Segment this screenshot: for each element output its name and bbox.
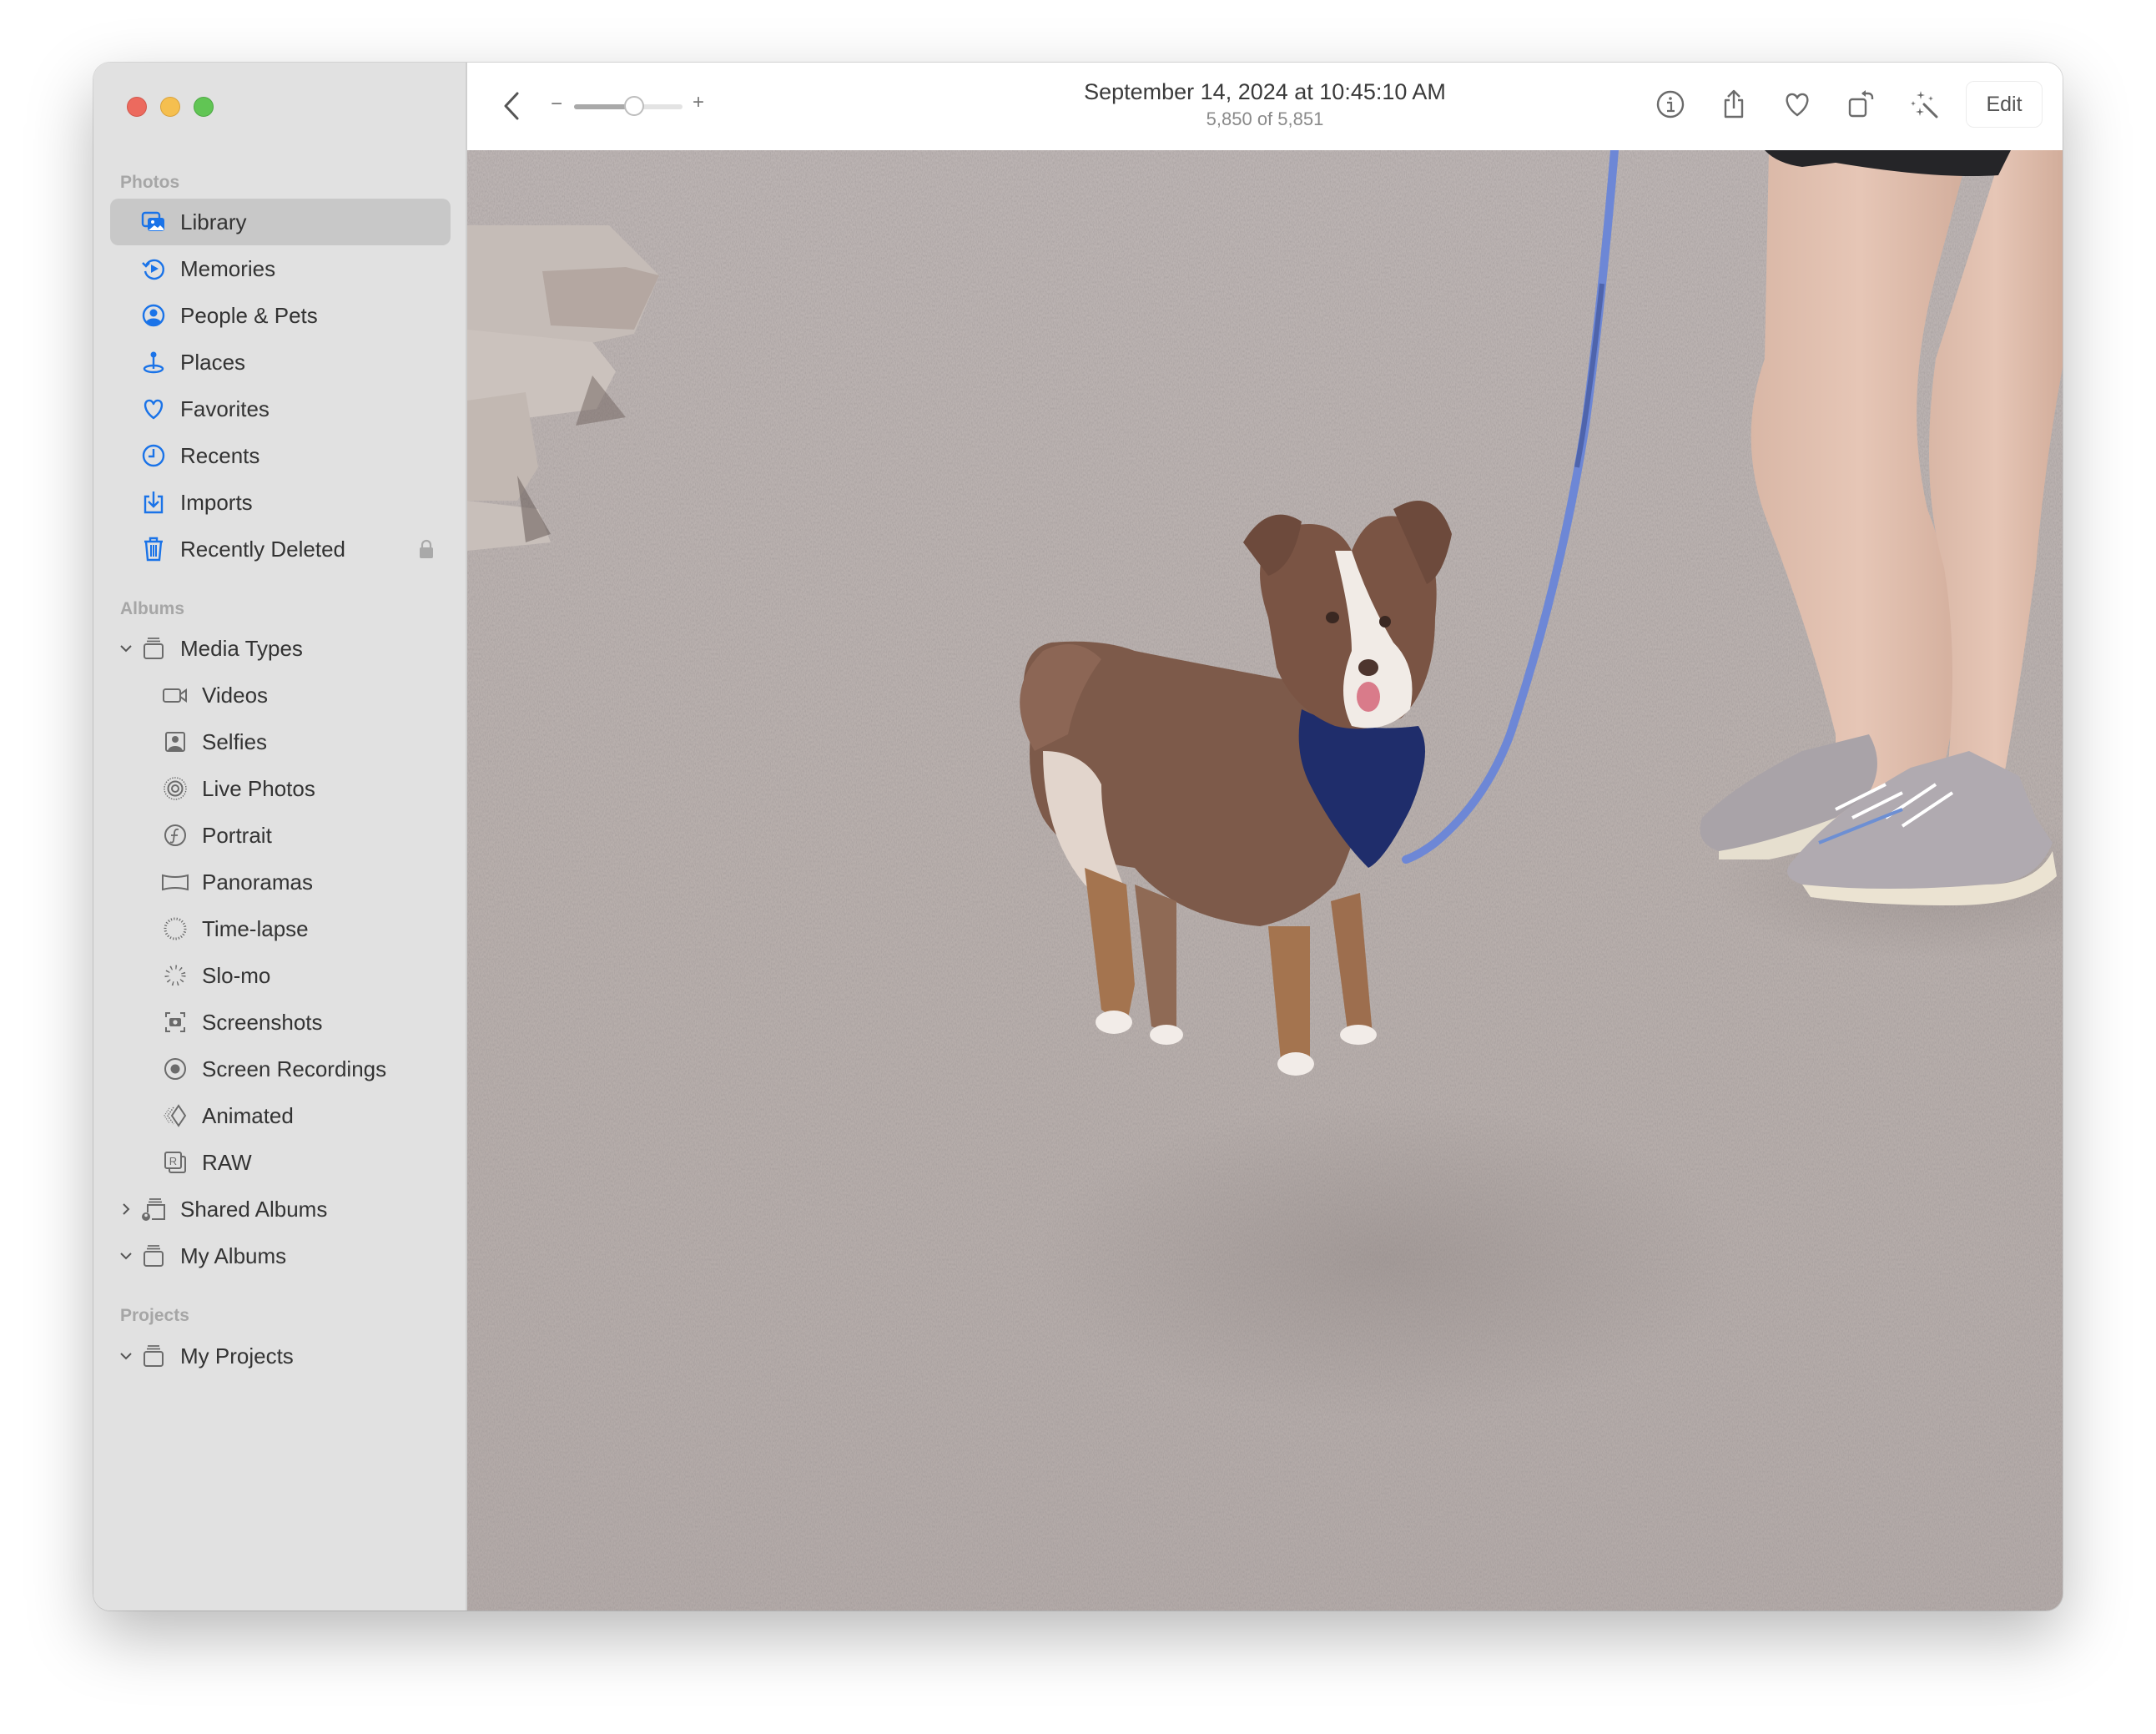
library-icon <box>139 207 169 237</box>
svg-text:R: R <box>169 1155 177 1167</box>
sidebar-item-label: Screen Recordings <box>202 1056 387 1081</box>
memories-icon <box>139 254 169 284</box>
sidebar-group-my-projects[interactable]: My Projects <box>110 1333 451 1379</box>
photo-image <box>467 150 2063 1611</box>
minimize-button[interactable] <box>160 97 180 117</box>
sidebar-item-label: Recently Deleted <box>180 536 345 562</box>
sidebar-item-label: Time-lapse <box>202 915 309 941</box>
sidebar-group-media-types[interactable]: Media Types <box>110 625 451 672</box>
sidebar-item-label: Imports <box>180 489 253 515</box>
sidebar-item-label: Recents <box>180 442 260 468</box>
trash-icon <box>139 534 169 564</box>
timelapse-icon <box>160 914 190 944</box>
info-icon[interactable] <box>1654 88 1687 121</box>
panorama-icon <box>160 867 190 897</box>
heart-icon <box>139 394 169 424</box>
sidebar-item-recents[interactable]: Recents <box>110 432 451 479</box>
sidebar-item-people-pets[interactable]: People & Pets <box>110 292 451 339</box>
sidebar-item-label: Library <box>180 209 247 234</box>
sidebar-item-library[interactable]: Library <box>110 199 451 245</box>
sidebar-item-screenshots[interactable]: Screenshots <box>110 999 451 1046</box>
raw-icon: R <box>160 1147 190 1177</box>
album-stack-icon <box>139 1241 169 1271</box>
toolbar-actions: Edit <box>1654 81 2043 128</box>
slomo-icon <box>160 960 190 990</box>
zoom-out-button[interactable]: − <box>551 93 562 116</box>
live-photo-icon <box>160 774 190 804</box>
window-controls <box>127 97 214 117</box>
sidebar-item-label: Videos <box>202 682 269 708</box>
close-button[interactable] <box>127 97 147 117</box>
share-icon[interactable] <box>1717 88 1750 121</box>
album-stack-icon <box>139 1341 169 1371</box>
album-stack-icon <box>139 633 169 663</box>
sidebar-item-label: Memories <box>180 255 276 281</box>
sidebar: Photos Library Memories People & Pets Pl… <box>93 63 467 1611</box>
chevron-down-icon[interactable] <box>115 1249 137 1263</box>
sidebar-item-raw[interactable]: R RAW <box>110 1139 451 1186</box>
shared-album-icon <box>139 1194 169 1224</box>
zoom-button[interactable] <box>194 97 214 117</box>
section-label-projects: Projects <box>120 1306 189 1325</box>
auto-enhance-wand-icon[interactable] <box>1907 88 1941 121</box>
zoom-slider-knob[interactable] <box>623 96 644 116</box>
sidebar-item-label: Favorites <box>180 396 270 421</box>
sidebar-item-favorites[interactable]: Favorites <box>110 386 451 432</box>
favorite-heart-icon[interactable] <box>1781 88 1814 121</box>
zoom-in-button[interactable]: + <box>693 91 704 114</box>
sidebar-item-slo-mo[interactable]: Slo-mo <box>110 952 451 999</box>
places-pin-icon <box>139 347 169 377</box>
sidebar-item-label: Panoramas <box>202 869 313 895</box>
section-label-photos: Photos <box>120 173 180 192</box>
chevron-right-icon[interactable] <box>115 1202 137 1216</box>
sidebar-item-selfies[interactable]: Selfies <box>110 718 451 765</box>
clock-icon <box>139 441 169 471</box>
sidebar-item-recently-deleted[interactable]: Recently Deleted <box>110 526 451 572</box>
photos-window: Photos Library Memories People & Pets Pl… <box>93 63 2063 1611</box>
animated-icon <box>160 1101 190 1131</box>
sidebar-item-memories[interactable]: Memories <box>110 245 451 292</box>
sidebar-item-time-lapse[interactable]: Time-lapse <box>110 905 451 952</box>
zoom-slider[interactable] <box>574 96 683 116</box>
sidebar-group-my-albums[interactable]: My Albums <box>110 1232 451 1279</box>
section-label-albums: Albums <box>120 599 185 618</box>
sidebar-item-videos[interactable]: Videos <box>110 672 451 718</box>
sidebar-item-label: Shared Albums <box>180 1196 328 1222</box>
sidebar-item-label: Selfies <box>202 728 268 754</box>
photo-viewer[interactable] <box>467 150 2063 1611</box>
selfie-icon <box>160 727 190 757</box>
chevron-down-icon[interactable] <box>115 642 137 655</box>
lock-icon <box>420 539 433 558</box>
sidebar-item-label: RAW <box>202 1149 252 1175</box>
sidebar-item-places[interactable]: Places <box>110 339 451 386</box>
sidebar-item-animated[interactable]: Animated <box>110 1092 451 1139</box>
sidebar-group-shared-albums[interactable]: Shared Albums <box>110 1186 451 1232</box>
sidebar-item-screen-recordings[interactable]: Screen Recordings <box>110 1046 451 1092</box>
people-icon <box>139 300 169 330</box>
sidebar-item-live-photos[interactable]: Live Photos <box>110 765 451 812</box>
sidebar-item-label: Screenshots <box>202 1009 323 1035</box>
portrait-f-icon <box>160 820 190 850</box>
screen-recording-icon <box>160 1054 190 1084</box>
chevron-down-icon[interactable] <box>115 1349 137 1363</box>
sidebar-item-label: Media Types <box>180 635 303 661</box>
sidebar-item-label: Live Photos <box>202 775 315 801</box>
sidebar-item-label: Animated <box>202 1102 294 1128</box>
sidebar-item-label: Places <box>180 349 246 375</box>
sidebar-item-portrait[interactable]: Portrait <box>110 812 451 859</box>
sidebar-item-label: My Projects <box>180 1343 294 1369</box>
edit-button[interactable]: Edit <box>1966 81 2043 128</box>
sidebar-item-label: My Albums <box>180 1243 287 1268</box>
rotate-icon[interactable] <box>1844 88 1877 121</box>
import-icon <box>139 487 169 517</box>
sidebar-item-label: Portrait <box>202 822 272 848</box>
sidebar-item-imports[interactable]: Imports <box>110 479 451 526</box>
video-camera-icon <box>160 680 190 710</box>
sidebar-item-panoramas[interactable]: Panoramas <box>110 859 451 905</box>
sidebar-item-label: Slo-mo <box>202 962 271 988</box>
screenshot-icon <box>160 1007 190 1037</box>
back-chevron-icon[interactable] <box>501 91 522 121</box>
sidebar-item-label: People & Pets <box>180 302 318 328</box>
toolbar: − + September 14, 2024 at 10:45:10 AM 5,… <box>467 63 2063 150</box>
